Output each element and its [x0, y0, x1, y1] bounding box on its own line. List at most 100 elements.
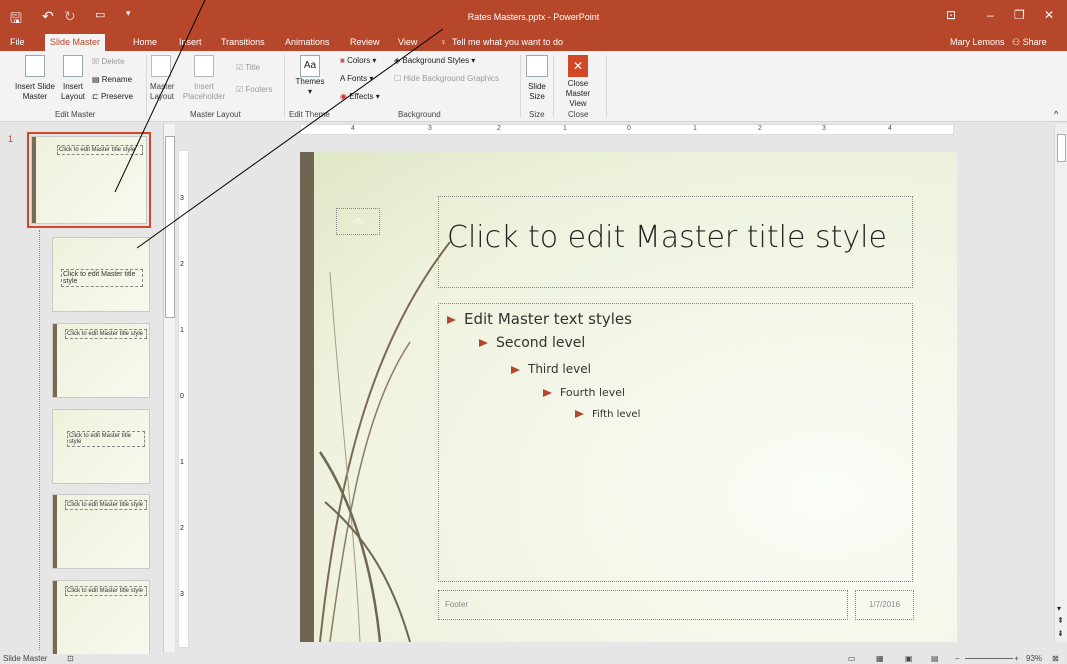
title-placeholder[interactable]: Click to edit Master title style: [438, 196, 913, 288]
thumb-title: Click to edit Master title style: [61, 269, 143, 287]
body-placeholder[interactable]: Edit Master text styles Second level Thi…: [438, 303, 913, 582]
themes-label: Themes: [295, 77, 325, 86]
master-layout-button[interactable]: Master Layout: [150, 55, 174, 102]
vruler-mark: 2: [180, 525, 184, 532]
zoom-slider[interactable]: [965, 658, 1013, 659]
close-master-label: Close Master View: [565, 79, 591, 108]
ribbon: Insert Slide Master Insert Layout ☒ Dele…: [0, 51, 1067, 122]
insert-layout-button[interactable]: Insert Layout: [58, 55, 88, 102]
fonts-button[interactable]: A Fonts ▾: [340, 74, 373, 84]
close-master-view-button[interactable]: ✕ Close Master View: [558, 55, 598, 109]
delete-button[interactable]: ☒ Delete: [92, 57, 125, 67]
tab-animations[interactable]: Animations: [285, 37, 330, 47]
slide-scrollbar[interactable]: ▾ ⇞ ⇟: [1054, 124, 1067, 642]
ribbon-display-icon[interactable]: ⊡: [946, 8, 956, 22]
effects-button[interactable]: ◉ Effects ▾: [340, 92, 380, 102]
master-thumbnail[interactable]: Click to edit Master title style: [31, 136, 147, 224]
ruler-mark: 4: [888, 125, 892, 132]
sorter-view-icon[interactable]: ▦: [876, 654, 884, 663]
vruler-mark: 1: [180, 459, 184, 466]
close-icon[interactable]: ✕: [1044, 8, 1054, 22]
thumb-title: Click to edit Master title style: [65, 500, 147, 510]
insert-placeholder-button[interactable]: Insert Placeholder: [180, 55, 228, 102]
footer-text: Footer: [445, 600, 469, 609]
background-styles-button[interactable]: ◈ Background Styles ▾: [394, 56, 475, 66]
group-divider: [284, 55, 285, 117]
layout-thumbnail-title[interactable]: Click to edit Master title style: [52, 237, 150, 312]
themes-button[interactable]: Aa Themes ▾: [288, 55, 332, 97]
minimize-icon[interactable]: –: [987, 8, 994, 22]
bullet-icon: [447, 315, 456, 324]
preserve-button[interactable]: ⊏ Preserve: [92, 92, 133, 102]
maximize-icon[interactable]: ❐: [1014, 8, 1025, 22]
ruler-mark: 0: [627, 125, 631, 132]
normal-view-icon[interactable]: ▭: [848, 654, 856, 663]
group-edit-master: Edit Master: [55, 110, 96, 119]
effects-label: Effects: [349, 92, 374, 101]
slide-number-placeholder[interactable]: ‹#›: [336, 208, 380, 235]
tab-transitions[interactable]: Transitions: [221, 37, 265, 47]
level-5-text: Fifth level: [592, 409, 641, 420]
thumb-sidebar: [53, 324, 57, 397]
status-bar: Slide Master ⊡ ▭ ▦ ▣ ▤ – + 93% ⊠: [0, 654, 1067, 664]
thumb-title: Click to edit Master title style: [57, 145, 143, 155]
preserve-label: Preserve: [100, 92, 133, 101]
share-button[interactable]: ⚇ Share: [1012, 37, 1047, 48]
reading-view-icon[interactable]: ▣: [905, 654, 913, 663]
group-divider: [606, 55, 607, 117]
zoom-out-icon[interactable]: –: [955, 654, 959, 663]
slide-canvas[interactable]: ‹#› Click to edit Master title style Edi…: [300, 152, 957, 642]
prev-slide-icon[interactable]: ⇞: [1057, 616, 1064, 625]
layout-thumbnail[interactable]: Click to edit Master title style: [52, 494, 150, 569]
layout-thumbnail[interactable]: Click to edit Master title style: [52, 580, 150, 655]
insert-slide-master-button[interactable]: Insert Slide Master: [10, 55, 60, 102]
bullet-icon: [575, 410, 584, 418]
slide-number: 1: [8, 134, 14, 144]
footers-checkbox[interactable]: ☑ Footers: [236, 85, 273, 95]
title-checkbox[interactable]: ☑ Title: [236, 63, 260, 73]
tab-review[interactable]: Review: [350, 37, 380, 47]
group-divider: [553, 55, 554, 117]
group-master-layout: Master Layout: [190, 110, 241, 119]
hide-bg-label: Hide Background Graphics: [403, 74, 500, 83]
title-bar: 🖫 ↶ ↻ ▭ ▾ Rates Masters.pptx - PowerPoin…: [0, 0, 1067, 34]
hide-bg-checkbox[interactable]: ☐ Hide Background Graphics: [394, 74, 499, 84]
thumbnail-scrollbar[interactable]: [163, 124, 175, 652]
colors-button[interactable]: ■ Colors ▾: [340, 56, 376, 66]
level-1: Edit Master text styles: [447, 310, 632, 328]
collapse-ribbon-icon[interactable]: ^: [1054, 109, 1058, 119]
slide-size-button[interactable]: Slide Size: [524, 55, 550, 102]
slideshow-view-icon[interactable]: ▤: [931, 654, 939, 663]
zoom-in-icon[interactable]: +: [1014, 654, 1019, 663]
thumb-title: Click to edit Master title style: [67, 431, 145, 447]
background-styles-label: Background Styles: [402, 56, 470, 65]
tell-me-box[interactable]: Tell me what you want to do: [452, 37, 563, 47]
bullet-icon: [479, 339, 488, 347]
zoom-level[interactable]: 93%: [1026, 654, 1042, 663]
level-4-text: Fourth level: [560, 386, 626, 399]
tab-insert[interactable]: Insert: [179, 37, 202, 47]
rename-button[interactable]: ▤ Rename: [92, 75, 132, 85]
footer-placeholder[interactable]: Footer: [438, 590, 848, 620]
scroll-thumb[interactable]: [165, 136, 175, 318]
ruler-mark: 1: [563, 125, 567, 132]
user-name[interactable]: Mary Lemons: [950, 37, 1005, 47]
placeholder-icon: [194, 55, 214, 77]
scroll-thumb[interactable]: [1057, 134, 1066, 162]
accessibility-icon[interactable]: ⊡: [67, 654, 74, 663]
fit-slide-icon[interactable]: ⊠: [1052, 654, 1059, 663]
date-placeholder[interactable]: 1/7/2016: [855, 590, 914, 620]
horizontal-ruler: 4 3 2 1 0 1 2 3 4: [300, 124, 954, 135]
layout-thumbnail[interactable]: Click to edit Master title style: [52, 409, 150, 484]
tab-home[interactable]: Home: [133, 37, 157, 47]
tab-slide-master[interactable]: Slide Master: [45, 34, 106, 51]
tab-file[interactable]: File: [10, 37, 25, 47]
next-slide-icon[interactable]: ⇟: [1057, 629, 1064, 638]
master-thumbnail-frame[interactable]: Click to edit Master title style: [27, 132, 151, 228]
tab-view[interactable]: View: [398, 37, 417, 47]
layout-thumbnail[interactable]: Click to edit Master title style: [52, 323, 150, 398]
ruler-mark: 2: [758, 125, 762, 132]
bullet-icon: [511, 365, 520, 374]
scroll-down-icon[interactable]: ▾: [1057, 604, 1061, 613]
group-divider: [146, 55, 147, 117]
